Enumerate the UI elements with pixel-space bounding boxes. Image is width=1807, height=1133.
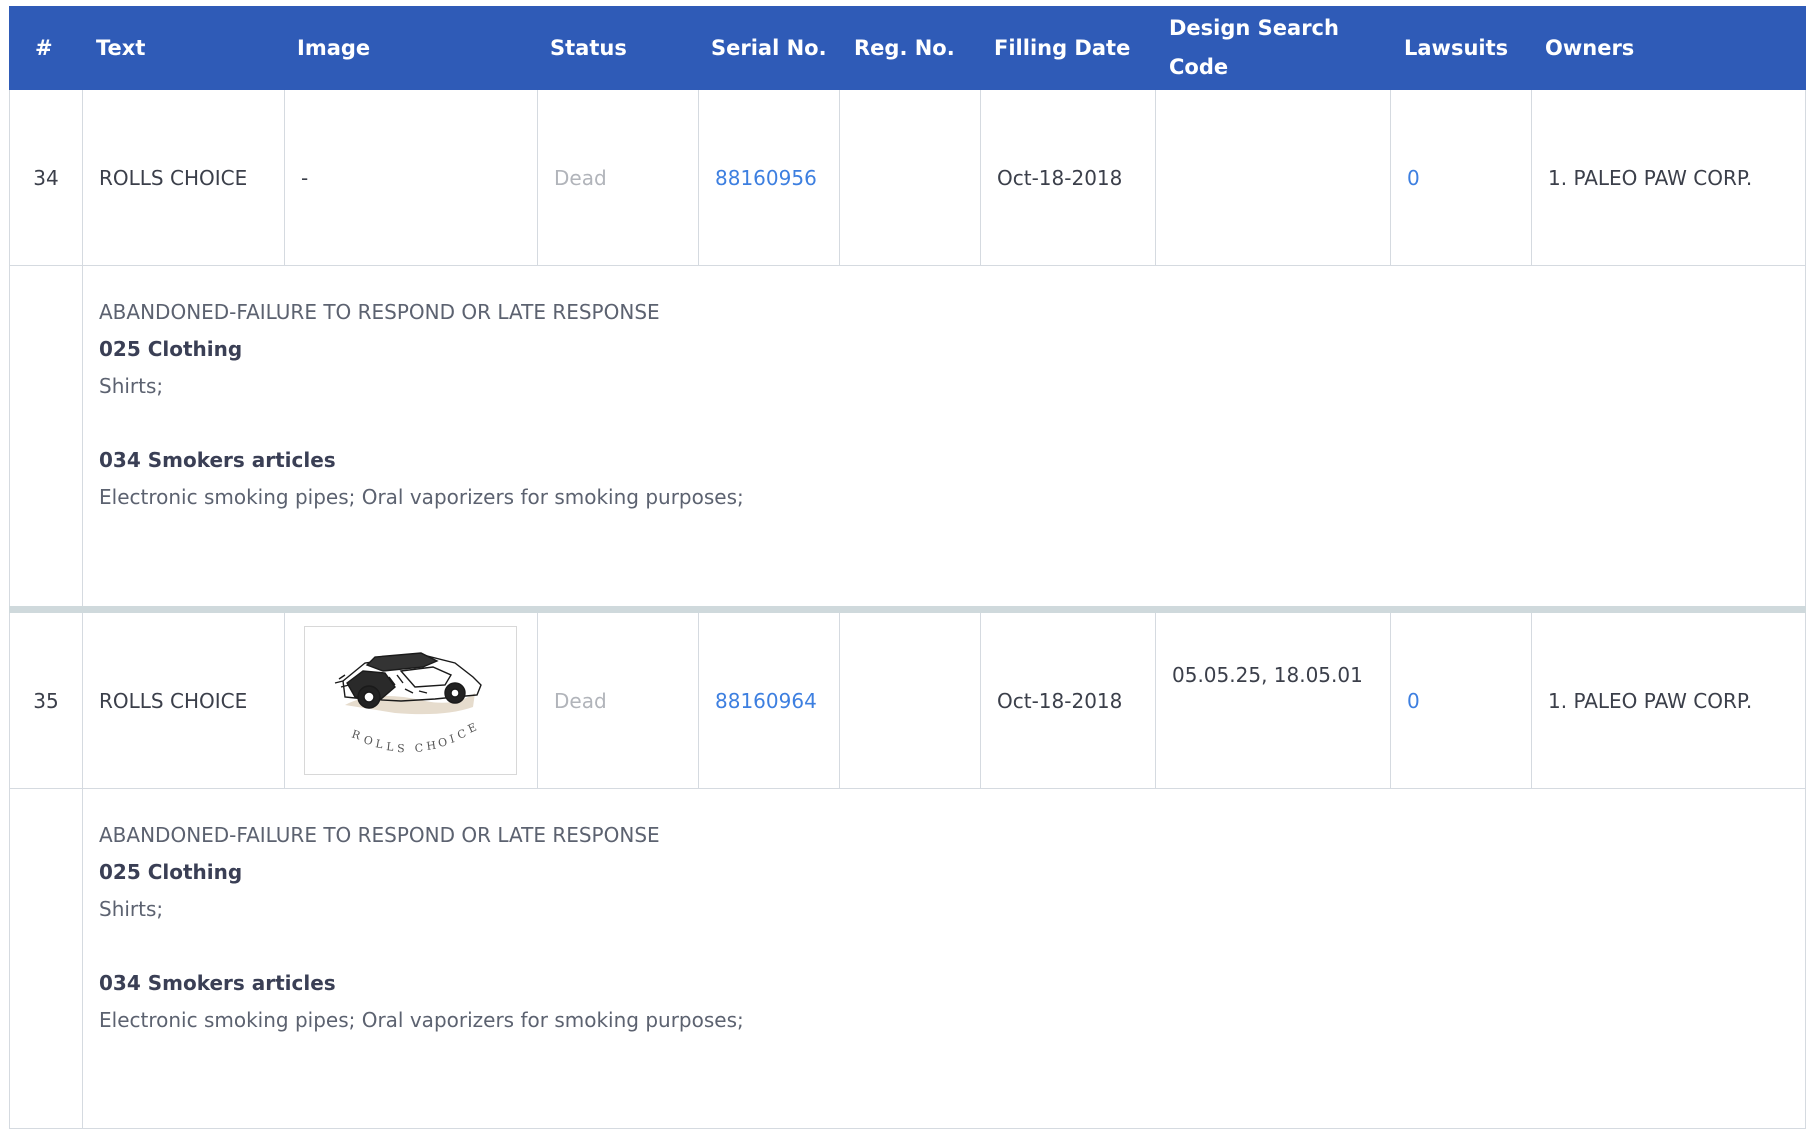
header-design-code: Design Search Code xyxy=(1169,16,1339,79)
mark-image-cell: R O L L S C H O I C E xyxy=(284,613,537,788)
header-status: Status xyxy=(550,35,627,60)
header-num: # xyxy=(35,35,53,60)
lawsuits-link[interactable]: 0 xyxy=(1390,90,1531,265)
status-text: Dead xyxy=(537,90,698,265)
reg-number xyxy=(839,90,980,265)
design-search-code: 05.05.25, 18.05.01 xyxy=(1155,613,1390,788)
svg-text:C: C xyxy=(414,741,425,755)
owners: 1. PALEO PAW CORP. xyxy=(1531,613,1805,788)
header-reg: Reg. No. xyxy=(854,35,955,60)
svg-text:R: R xyxy=(350,727,364,743)
class-goods: Shirts; xyxy=(99,897,164,921)
header-filing-date: Filling Date xyxy=(994,35,1131,60)
header-text: Text xyxy=(96,35,146,60)
row-number: 35 xyxy=(33,688,59,713)
row-detail-content: ABANDONED-FAILURE TO RESPOND OR LATE RES… xyxy=(82,266,1805,606)
status-text: Dead xyxy=(537,613,698,788)
row-detail-content: ABANDONED-FAILURE TO RESPOND OR LATE RES… xyxy=(82,789,1805,1128)
row-detail: ABANDONED-FAILURE TO RESPOND OR LATE RES… xyxy=(9,788,1806,1129)
mark-text: ROLLS CHOICE xyxy=(82,90,284,265)
filing-date: Oct-18-2018 xyxy=(980,90,1155,265)
svg-text:S: S xyxy=(397,742,407,755)
reg-number xyxy=(839,613,980,788)
design-search-code xyxy=(1155,90,1390,265)
car-drawing-icon: R O L L S C H O I C E xyxy=(334,652,482,755)
serial-number-link[interactable]: 88160964 xyxy=(698,613,839,788)
class-title: 025 Clothing xyxy=(99,860,243,884)
row-separator xyxy=(9,606,1806,613)
svg-text:O: O xyxy=(362,733,376,748)
header-owners: Owners xyxy=(1545,35,1635,60)
row-number: 34 xyxy=(33,165,59,190)
header-lawsuits: Lawsuits xyxy=(1404,35,1509,60)
lawsuits-link[interactable]: 0 xyxy=(1390,613,1531,788)
header-image: Image xyxy=(297,35,371,60)
table-row: 34 ROLLS CHOICE - Dead 88160956 Oct-18-2… xyxy=(9,90,1806,265)
class-goods: Electronic smoking pipes; Oral vaporizer… xyxy=(99,1008,744,1032)
mark-text: ROLLS CHOICE xyxy=(82,613,284,788)
owners: 1. PALEO PAW CORP. xyxy=(1531,90,1805,265)
status-description: ABANDONED-FAILURE TO RESPOND OR LATE RES… xyxy=(99,823,660,847)
mark-image-placeholder: - xyxy=(284,90,537,265)
status-description: ABANDONED-FAILURE TO RESPOND OR LATE RES… xyxy=(99,300,660,324)
table-header: # Text Image Status Serial No. Reg. No. … xyxy=(9,6,1806,90)
svg-text:E: E xyxy=(466,720,480,736)
table-row: 35 ROLLS CHOICE R O L L S C H O I C E De… xyxy=(9,613,1806,788)
svg-text:L: L xyxy=(386,740,397,754)
class-title: 034 Smokers articles xyxy=(99,448,336,472)
serial-number-link[interactable]: 88160956 xyxy=(698,90,839,265)
class-goods: Shirts; xyxy=(99,374,164,398)
row-detail: ABANDONED-FAILURE TO RESPOND OR LATE RES… xyxy=(9,265,1806,606)
mark-image[interactable]: R O L L S C H O I C E xyxy=(304,626,517,775)
filing-date: Oct-18-2018 xyxy=(980,613,1155,788)
svg-text:L: L xyxy=(374,737,385,751)
class-title: 034 Smokers articles xyxy=(99,971,336,995)
header-serial: Serial No. xyxy=(711,35,827,60)
class-goods: Electronic smoking pipes; Oral vaporizer… xyxy=(99,485,744,509)
class-title: 025 Clothing xyxy=(99,337,243,361)
